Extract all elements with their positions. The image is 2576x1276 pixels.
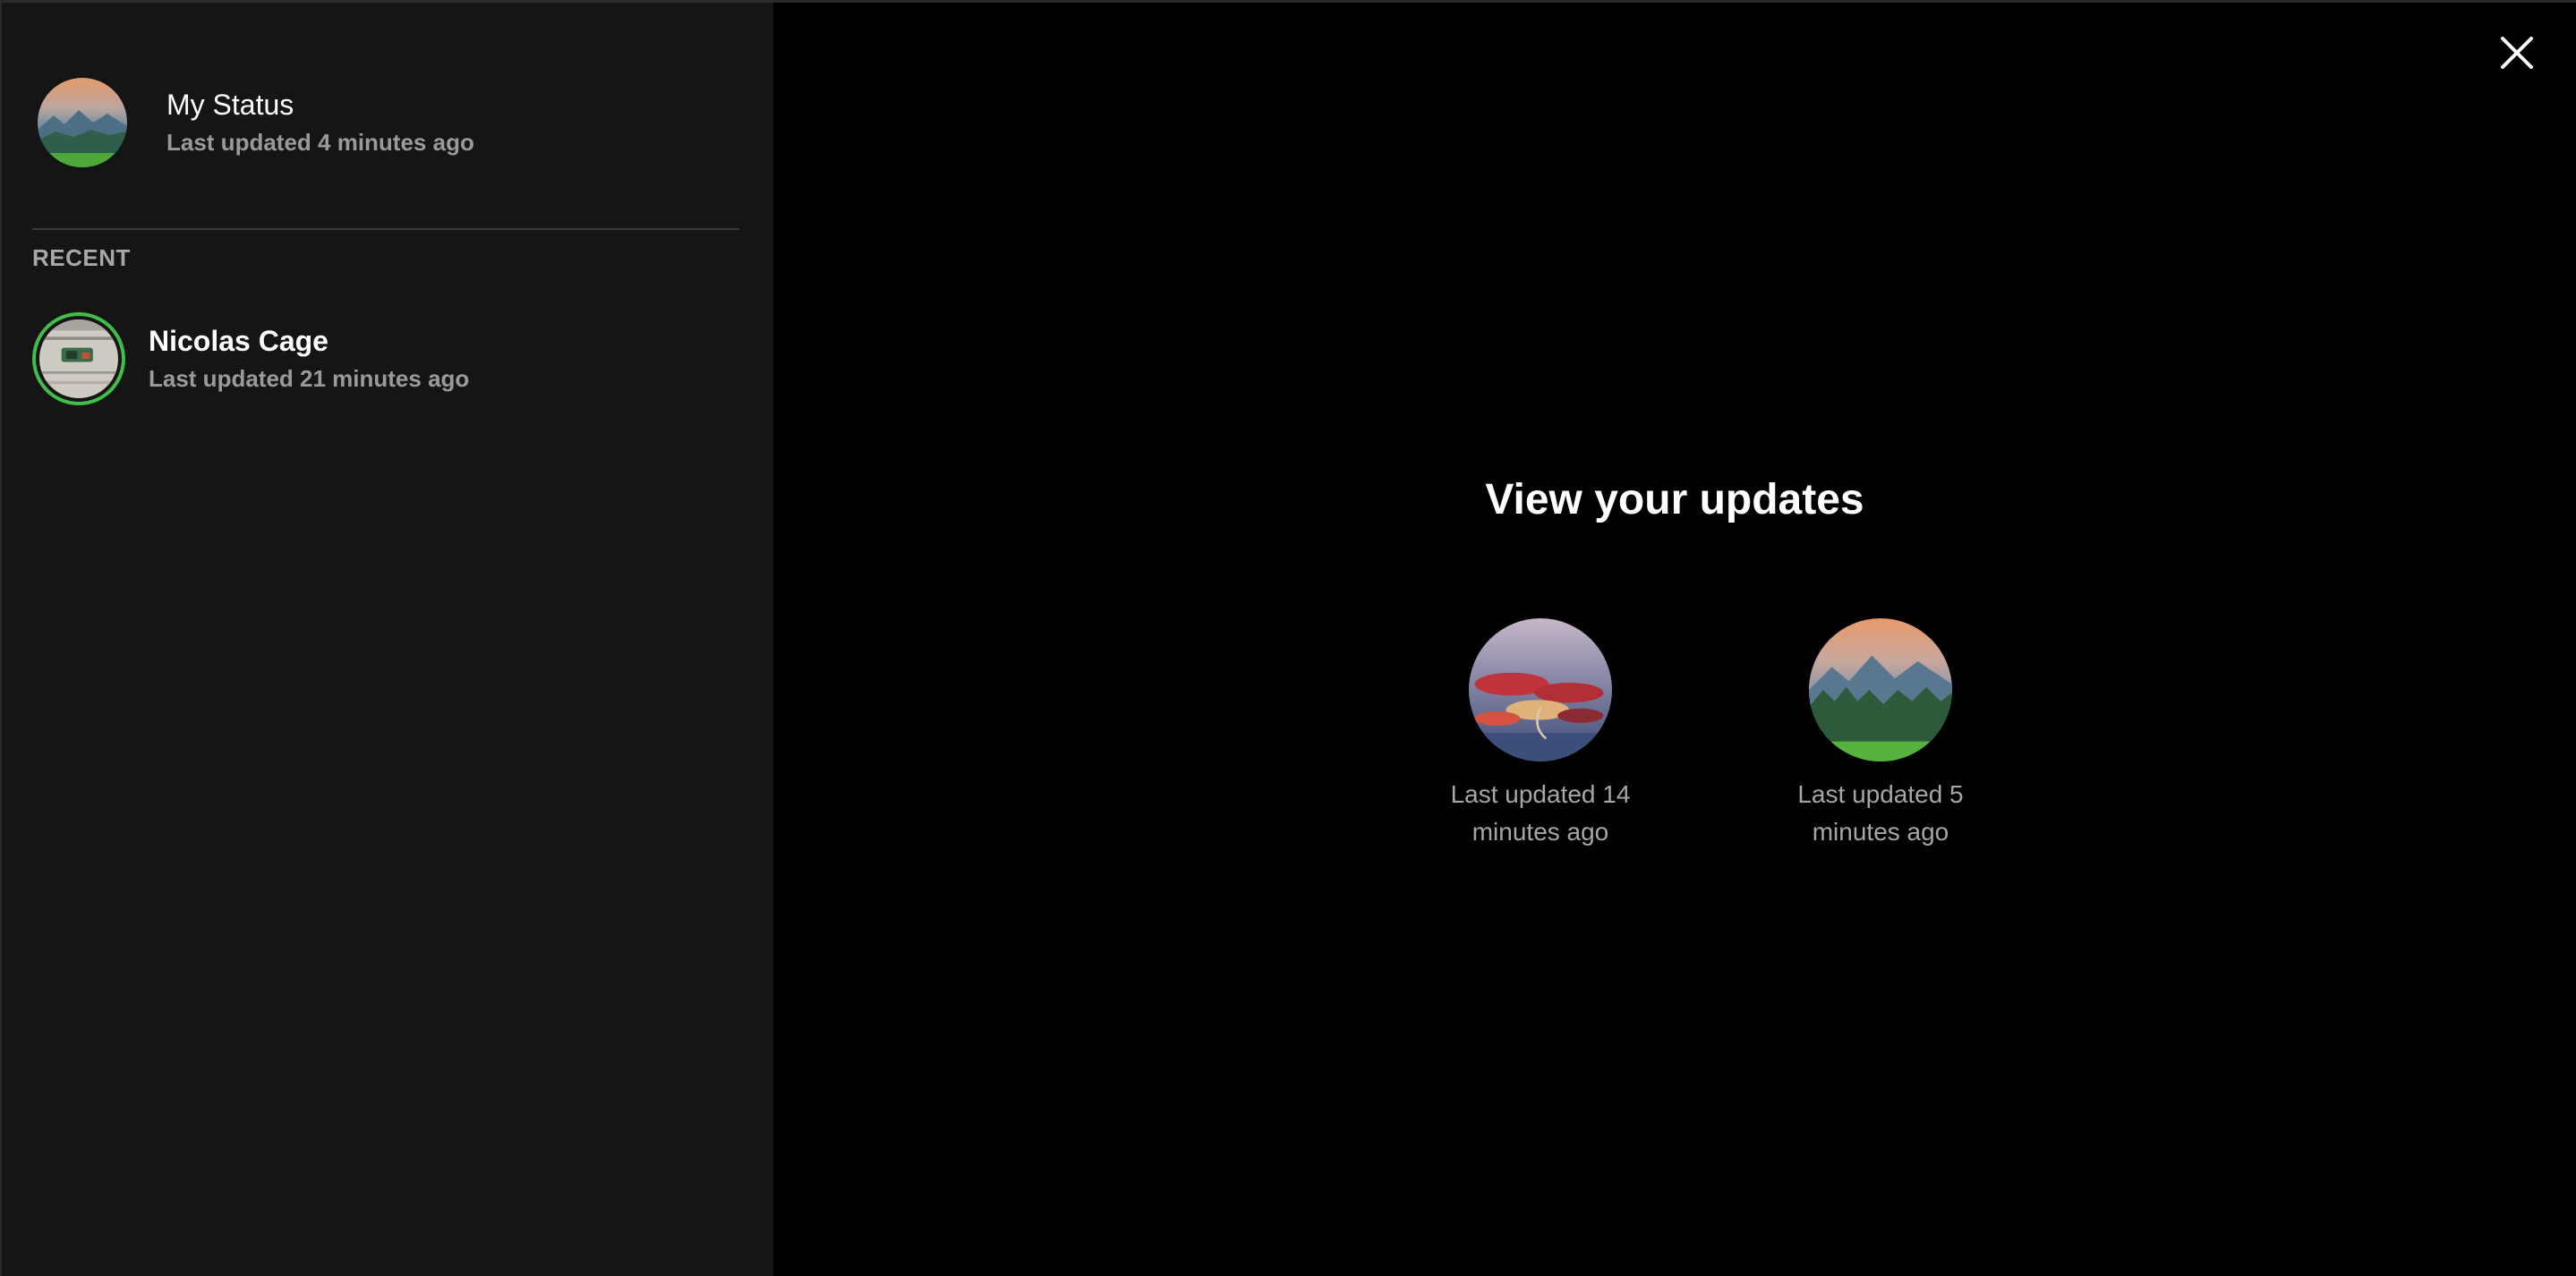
my-status-name: My Status [166,89,294,121]
main-panel: View your updates Last updated 14 minute… [773,3,2576,1276]
status-viewer-app: My Status Last updated 4 minutes ago REC… [0,0,2576,1276]
recent-status-item[interactable]: Nicolas Cage Last updated 21 minutes ago [32,310,748,407]
status-sidebar: My Status Last updated 4 minutes ago REC… [0,3,773,1276]
close-button[interactable] [2494,30,2540,76]
recent-status-avatar [32,312,125,405]
my-status-item[interactable]: My Status Last updated 4 minutes ago [38,76,754,169]
sidebar-divider [32,228,739,230]
update-thumbnail [1809,618,1952,761]
recent-status-subtitle: Last updated 21 minutes ago [149,365,470,392]
close-icon [2501,37,2533,69]
update-item[interactable]: Last updated 5 minutes ago [1773,618,1988,851]
recent-section-label: RECENT [32,244,131,271]
my-status-subtitle: Last updated 4 minutes ago [166,129,474,156]
update-thumbnail [1469,618,1612,761]
view-updates-title: View your updates [1485,476,1864,523]
my-status-avatar [38,78,127,167]
recent-status-text: Nicolas Cage Last updated 21 minutes ago [149,323,469,395]
update-caption: Last updated 14 minutes ago [1450,780,1631,846]
update-caption: Last updated 5 minutes ago [1797,780,1964,846]
recent-status-name: Nicolas Cage [149,325,328,357]
my-status-text: My Status Last updated 4 minutes ago [166,87,474,158]
update-item[interactable]: Last updated 14 minutes ago [1433,618,1648,851]
